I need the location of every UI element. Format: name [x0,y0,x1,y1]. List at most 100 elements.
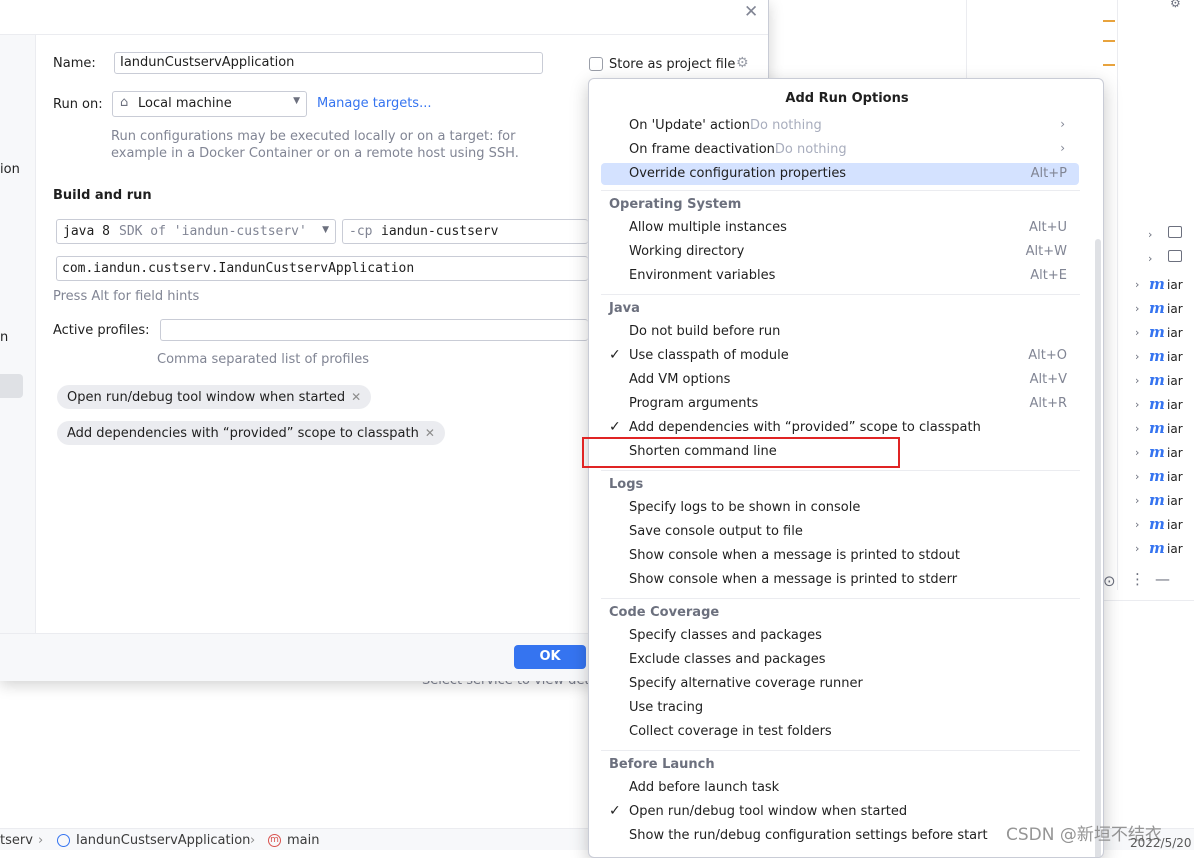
tree-item[interactable]: › m iar [1135,538,1194,562]
chevron-right-icon[interactable]: › [1135,422,1139,435]
menu-item[interactable]: Specify logs to be shown in console [601,497,1079,519]
chevron-right-icon[interactable]: › [1135,470,1139,483]
tree-item-label: iar [1167,374,1183,388]
menu-item[interactable]: Add before launch task [601,777,1079,799]
popup-scrollbar[interactable] [1095,239,1101,857]
dialog-header-divider [0,34,768,35]
chevron-right-icon[interactable]: › [1135,494,1139,507]
chevron-right-icon[interactable]: › [1135,350,1139,363]
chevron-right-icon[interactable]: › [1135,302,1139,315]
menu-item-value: Do nothing [749,118,822,133]
cp-flag: -cp [349,224,373,239]
option-chip[interactable]: Open run/debug tool window when started ✕ [57,385,372,409]
menu-item-selected[interactable]: Override configuration properties Alt+P [601,163,1079,185]
field-hint: Press Alt for field hints [53,289,200,304]
tree-item-label: iar [1167,302,1183,316]
chevron-right-icon[interactable]: › [1135,278,1139,291]
chevron-right-icon[interactable]: › [1135,518,1139,531]
breadcrumb-item[interactable]: tserv [0,833,33,848]
run-on-select[interactable]: ⌂ Local machine ▼ [112,91,307,117]
target-icon[interactable]: ⊙ [1103,572,1116,590]
name-input[interactable]: IandunCustservApplication [114,52,543,74]
tree-item[interactable]: › m iar [1135,298,1194,322]
chevron-right-icon[interactable]: › [1148,228,1152,241]
tree-item[interactable]: › m iar [1135,418,1194,442]
module-icon: m [1149,467,1165,485]
config-list-item[interactable]: n [0,330,8,345]
config-list-selected-item[interactable] [0,374,23,398]
tree-item[interactable]: › m iar [1135,322,1194,346]
dots-icon[interactable]: ⋮ [1130,570,1145,588]
menu-item[interactable]: Program arguments Alt+R [601,393,1079,415]
menu-item[interactable]: Do not build before run [601,321,1079,343]
tree-item[interactable]: › m iar [1135,394,1194,418]
menu-item[interactable]: Show console when a message is printed t… [601,569,1079,591]
jdk-select[interactable]: java 8 SDK of 'iandun-custserv' ▼ [56,219,336,244]
run-on-value: Local machine [138,96,232,111]
menu-item[interactable]: Save console output to file [601,521,1079,543]
cp-value: iandun-custserv [381,224,499,239]
gear-icon[interactable]: ⚙ [736,55,749,71]
close-icon[interactable]: ✕ [351,390,361,404]
menu-item-shortcut: Alt+P [1030,166,1067,181]
breadcrumb-item[interactable]: IandunCustservApplication [76,833,250,848]
breadcrumb-item[interactable]: main [287,833,319,848]
menu-item[interactable]: Working directory Alt+W [601,241,1079,263]
chevron-right-icon: › [1060,117,1065,131]
chevron-right-icon[interactable]: › [1135,446,1139,459]
chevron-right-icon[interactable]: › [1148,252,1152,265]
folder-icon [1168,250,1182,262]
menu-item[interactable]: Collect coverage in test folders [601,721,1079,743]
chevron-right-icon[interactable]: › [1135,374,1139,387]
section-title-logs: Logs [609,477,644,492]
menu-item[interactable]: Add VM options Alt+V [601,369,1079,391]
chevron-right-icon[interactable]: › [1135,542,1139,555]
menu-item[interactable]: Specify alternative coverage runner [601,673,1079,695]
menu-item[interactable]: Show console when a message is printed t… [601,545,1079,567]
breadcrumb-separator-icon: › [38,833,44,848]
change-marker [1103,64,1115,66]
tree-item[interactable]: › m iar [1135,490,1194,514]
active-profiles-label: Active profiles: [53,323,150,338]
menu-item-shortcut: Alt+O [1028,348,1067,363]
menu-item[interactable]: Allow multiple instances Alt+U [601,217,1079,239]
tree-item[interactable]: › m iar [1135,346,1194,370]
menu-item-label: On frame deactivation [629,142,775,157]
close-icon[interactable]: ✕ [744,2,758,22]
tree-item[interactable]: › m iar [1135,466,1194,490]
menu-item[interactable]: On frame deactivationDo nothing › [601,139,1079,161]
manage-targets-link[interactable]: Manage targets... [317,96,431,111]
menu-item[interactable]: Use tracing [601,697,1079,719]
tree-item[interactable]: › m iar [1135,274,1194,298]
tree-item[interactable]: › m iar [1135,370,1194,394]
menu-item[interactable]: ✓ Add dependencies with “provided” scope … [601,417,1079,439]
chevron-right-icon[interactable]: › [1135,326,1139,339]
config-list-item[interactable]: ion [0,162,20,177]
tree-item[interactable]: › m iar [1135,442,1194,466]
active-profiles-input[interactable] [160,319,588,341]
tree-item[interactable]: › m iar [1135,514,1194,538]
classpath-module-select[interactable]: -cp iandun-custserv [342,219,588,244]
tree-item-label: iar [1167,494,1183,508]
menu-item[interactable]: ✓ Use classpath of module Alt+O [601,345,1079,367]
menu-item[interactable]: Exclude classes and packages [601,649,1079,671]
tree-item-label: iar [1167,446,1183,460]
name-input-value: IandunCustservApplication [120,55,295,70]
folder-icon [1168,226,1182,238]
menu-item-label: Use classpath of module [629,348,789,363]
module-icon: m [1149,395,1165,413]
menu-item-label: Environment variables [629,268,776,283]
menu-item-shortcut: Alt+E [1030,268,1067,283]
minimize-icon[interactable]: — [1155,570,1170,588]
menu-item[interactable]: On 'Update' actionDo nothing › [601,115,1079,137]
option-chip[interactable]: Add dependencies with “provided” scope t… [57,421,445,445]
ok-button[interactable]: OK [514,645,586,669]
store-as-project-label[interactable]: Store as project file [609,57,735,72]
main-class-input[interactable]: com.iandun.custserv.IandunCustservApplic… [56,256,588,281]
chevron-right-icon[interactable]: › [1135,398,1139,411]
menu-item[interactable]: Environment variables Alt+E [601,265,1079,287]
menu-item[interactable]: Specify classes and packages [601,625,1079,647]
close-icon[interactable]: ✕ [425,426,435,440]
menu-item-label: On 'Update' action [629,118,750,133]
store-as-project-checkbox[interactable] [589,57,603,71]
